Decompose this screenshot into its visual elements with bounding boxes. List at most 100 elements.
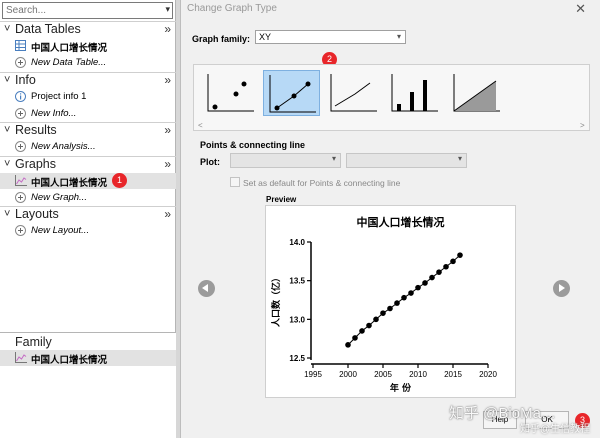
section-title: Results (15, 123, 57, 137)
graph-family-select[interactable]: XY ▾ (255, 30, 406, 44)
data-point (380, 310, 386, 316)
y-tick-label: 14.0 (289, 238, 305, 247)
gallery-left-arrow[interactable]: < (198, 121, 203, 130)
new-graph-link[interactable]: New Graph... (0, 190, 176, 206)
data-point (429, 274, 435, 281)
section-title: Layouts (15, 207, 59, 221)
thumb-points-connecting-line[interactable] (263, 70, 320, 116)
data-point (394, 300, 400, 306)
previous-arrow-button[interactable] (198, 280, 215, 297)
add-icon (15, 192, 26, 203)
data-point (415, 284, 421, 291)
data-point (359, 328, 365, 334)
graph-family-value: XY (259, 32, 272, 42)
y-axis-label: 人口数（亿） (270, 273, 282, 328)
section-graphs[interactable]: ˅ Graphs » (0, 156, 176, 172)
add-icon (15, 57, 26, 68)
x-tick-label: 2005 (374, 370, 392, 379)
section-title: Info (15, 73, 36, 87)
chevron-down-icon[interactable]: ▾ (165, 4, 170, 15)
thumb-spikes[interactable] (386, 70, 443, 116)
nav-item-label: New Graph... (31, 192, 87, 203)
x-tick-label: 2010 (409, 370, 427, 379)
close-icon[interactable]: ✕ (575, 1, 586, 17)
section-data-tables[interactable]: ˅ Data Tables » (0, 21, 176, 37)
add-icon (15, 108, 26, 119)
graph-icon (15, 352, 27, 363)
set-default-label: Set as default for Points & connecting l… (243, 178, 401, 188)
plot-select-1[interactable]: ▾ (230, 153, 341, 168)
chart-title: 中国人口增长情况 (357, 215, 445, 229)
data-point (373, 316, 379, 323)
chevron-down-icon[interactable]: ˅ (4, 208, 10, 220)
preview-label: Preview (266, 195, 297, 204)
search-input[interactable] (3, 3, 153, 18)
nav-item-label: 中国人口增长情况 (31, 178, 108, 189)
data-point (436, 269, 442, 275)
graph-icon (15, 175, 27, 186)
new-analysis-link[interactable]: New Analysis... (0, 139, 176, 155)
data-point (422, 280, 428, 286)
section-title: Data Tables (15, 22, 81, 36)
x-tick-label: 1995 (304, 370, 322, 379)
next-arrow-button[interactable] (553, 280, 570, 297)
plot-label: Plot: (200, 157, 220, 167)
section-info[interactable]: ˅ Info » (0, 72, 176, 88)
collapse-icon[interactable]: » (164, 207, 171, 221)
family-item-graph[interactable]: 中国人口增长情况 (0, 350, 176, 366)
chevron-down-icon[interactable]: ˅ (4, 158, 10, 170)
new-info-link[interactable]: New Info... (0, 106, 176, 122)
chevron-down-icon[interactable]: ˅ (4, 23, 10, 35)
family-panel: Family 中国人口增长情况 (0, 332, 176, 438)
add-icon (15, 225, 26, 236)
nav-item-label: 中国人口增长情况 (31, 355, 108, 366)
data-point (352, 335, 358, 341)
section-results[interactable]: ˅ Results » (0, 122, 176, 138)
new-data-table-link[interactable]: New Data Table... (0, 55, 176, 71)
step-badge-1: 1 (112, 173, 127, 188)
nav-item-label: New Info... (31, 108, 77, 119)
x-axis-label: 年 份 (390, 382, 412, 394)
x-tick-label: 2000 (339, 370, 357, 379)
collapse-icon[interactable]: » (164, 123, 171, 137)
nav-item-graph[interactable]: 中国人口增长情况 1 (0, 173, 176, 189)
data-point (443, 263, 449, 270)
search-box[interactable]: ▾ (2, 2, 173, 19)
nav-item-data-table[interactable]: 中国人口增长情况 (0, 38, 176, 54)
chevron-down-icon[interactable]: ˅ (4, 74, 10, 86)
y-tick-label: 13.0 (289, 315, 305, 324)
graph-family-label: Graph family: (192, 34, 251, 44)
chevron-down-icon[interactable]: ▾ (332, 154, 336, 163)
table-icon (15, 40, 26, 51)
chevron-down-icon[interactable]: ▾ (458, 154, 462, 163)
nav-item-label: New Layout... (31, 225, 90, 236)
collapse-icon[interactable]: » (164, 22, 171, 36)
section-title: Graphs (15, 157, 56, 171)
set-default-checkbox[interactable] (230, 177, 240, 187)
data-point (366, 322, 372, 329)
new-layout-link[interactable]: New Layout... (0, 223, 176, 239)
nav-item-label: New Data Table... (31, 57, 107, 68)
navigator-panel: ▾ ˅ Data Tables » 中国人口增长情况 New Data Tabl… (0, 0, 176, 438)
thumb-area-fill[interactable] (448, 70, 505, 116)
change-graph-type-dialog: Change Graph Type ✕ Graph family: XY ▾ 2… (180, 0, 600, 438)
y-tick-label: 13.5 (289, 277, 305, 286)
data-point (450, 258, 456, 265)
thumb-line-only[interactable] (325, 70, 382, 116)
plot-select-2[interactable]: ▾ (346, 153, 467, 168)
thumb-points-only[interactable] (202, 70, 259, 116)
info-icon (15, 91, 26, 102)
gallery-right-arrow[interactable]: > (580, 121, 585, 130)
data-point (401, 294, 407, 301)
chevron-down-icon[interactable]: ˅ (4, 124, 10, 136)
family-title: Family (15, 335, 52, 349)
collapse-icon[interactable]: » (164, 73, 171, 87)
data-point (387, 305, 393, 312)
section-layouts[interactable]: ˅ Layouts » (0, 206, 176, 222)
data-point (457, 252, 463, 258)
collapse-icon[interactable]: » (164, 157, 171, 171)
watermark-subtext: 知乎@生信教程 (520, 424, 591, 435)
nav-item-project-info[interactable]: Project info 1 (0, 89, 176, 105)
chevron-down-icon[interactable]: ▾ (397, 31, 401, 43)
data-point (345, 342, 351, 348)
